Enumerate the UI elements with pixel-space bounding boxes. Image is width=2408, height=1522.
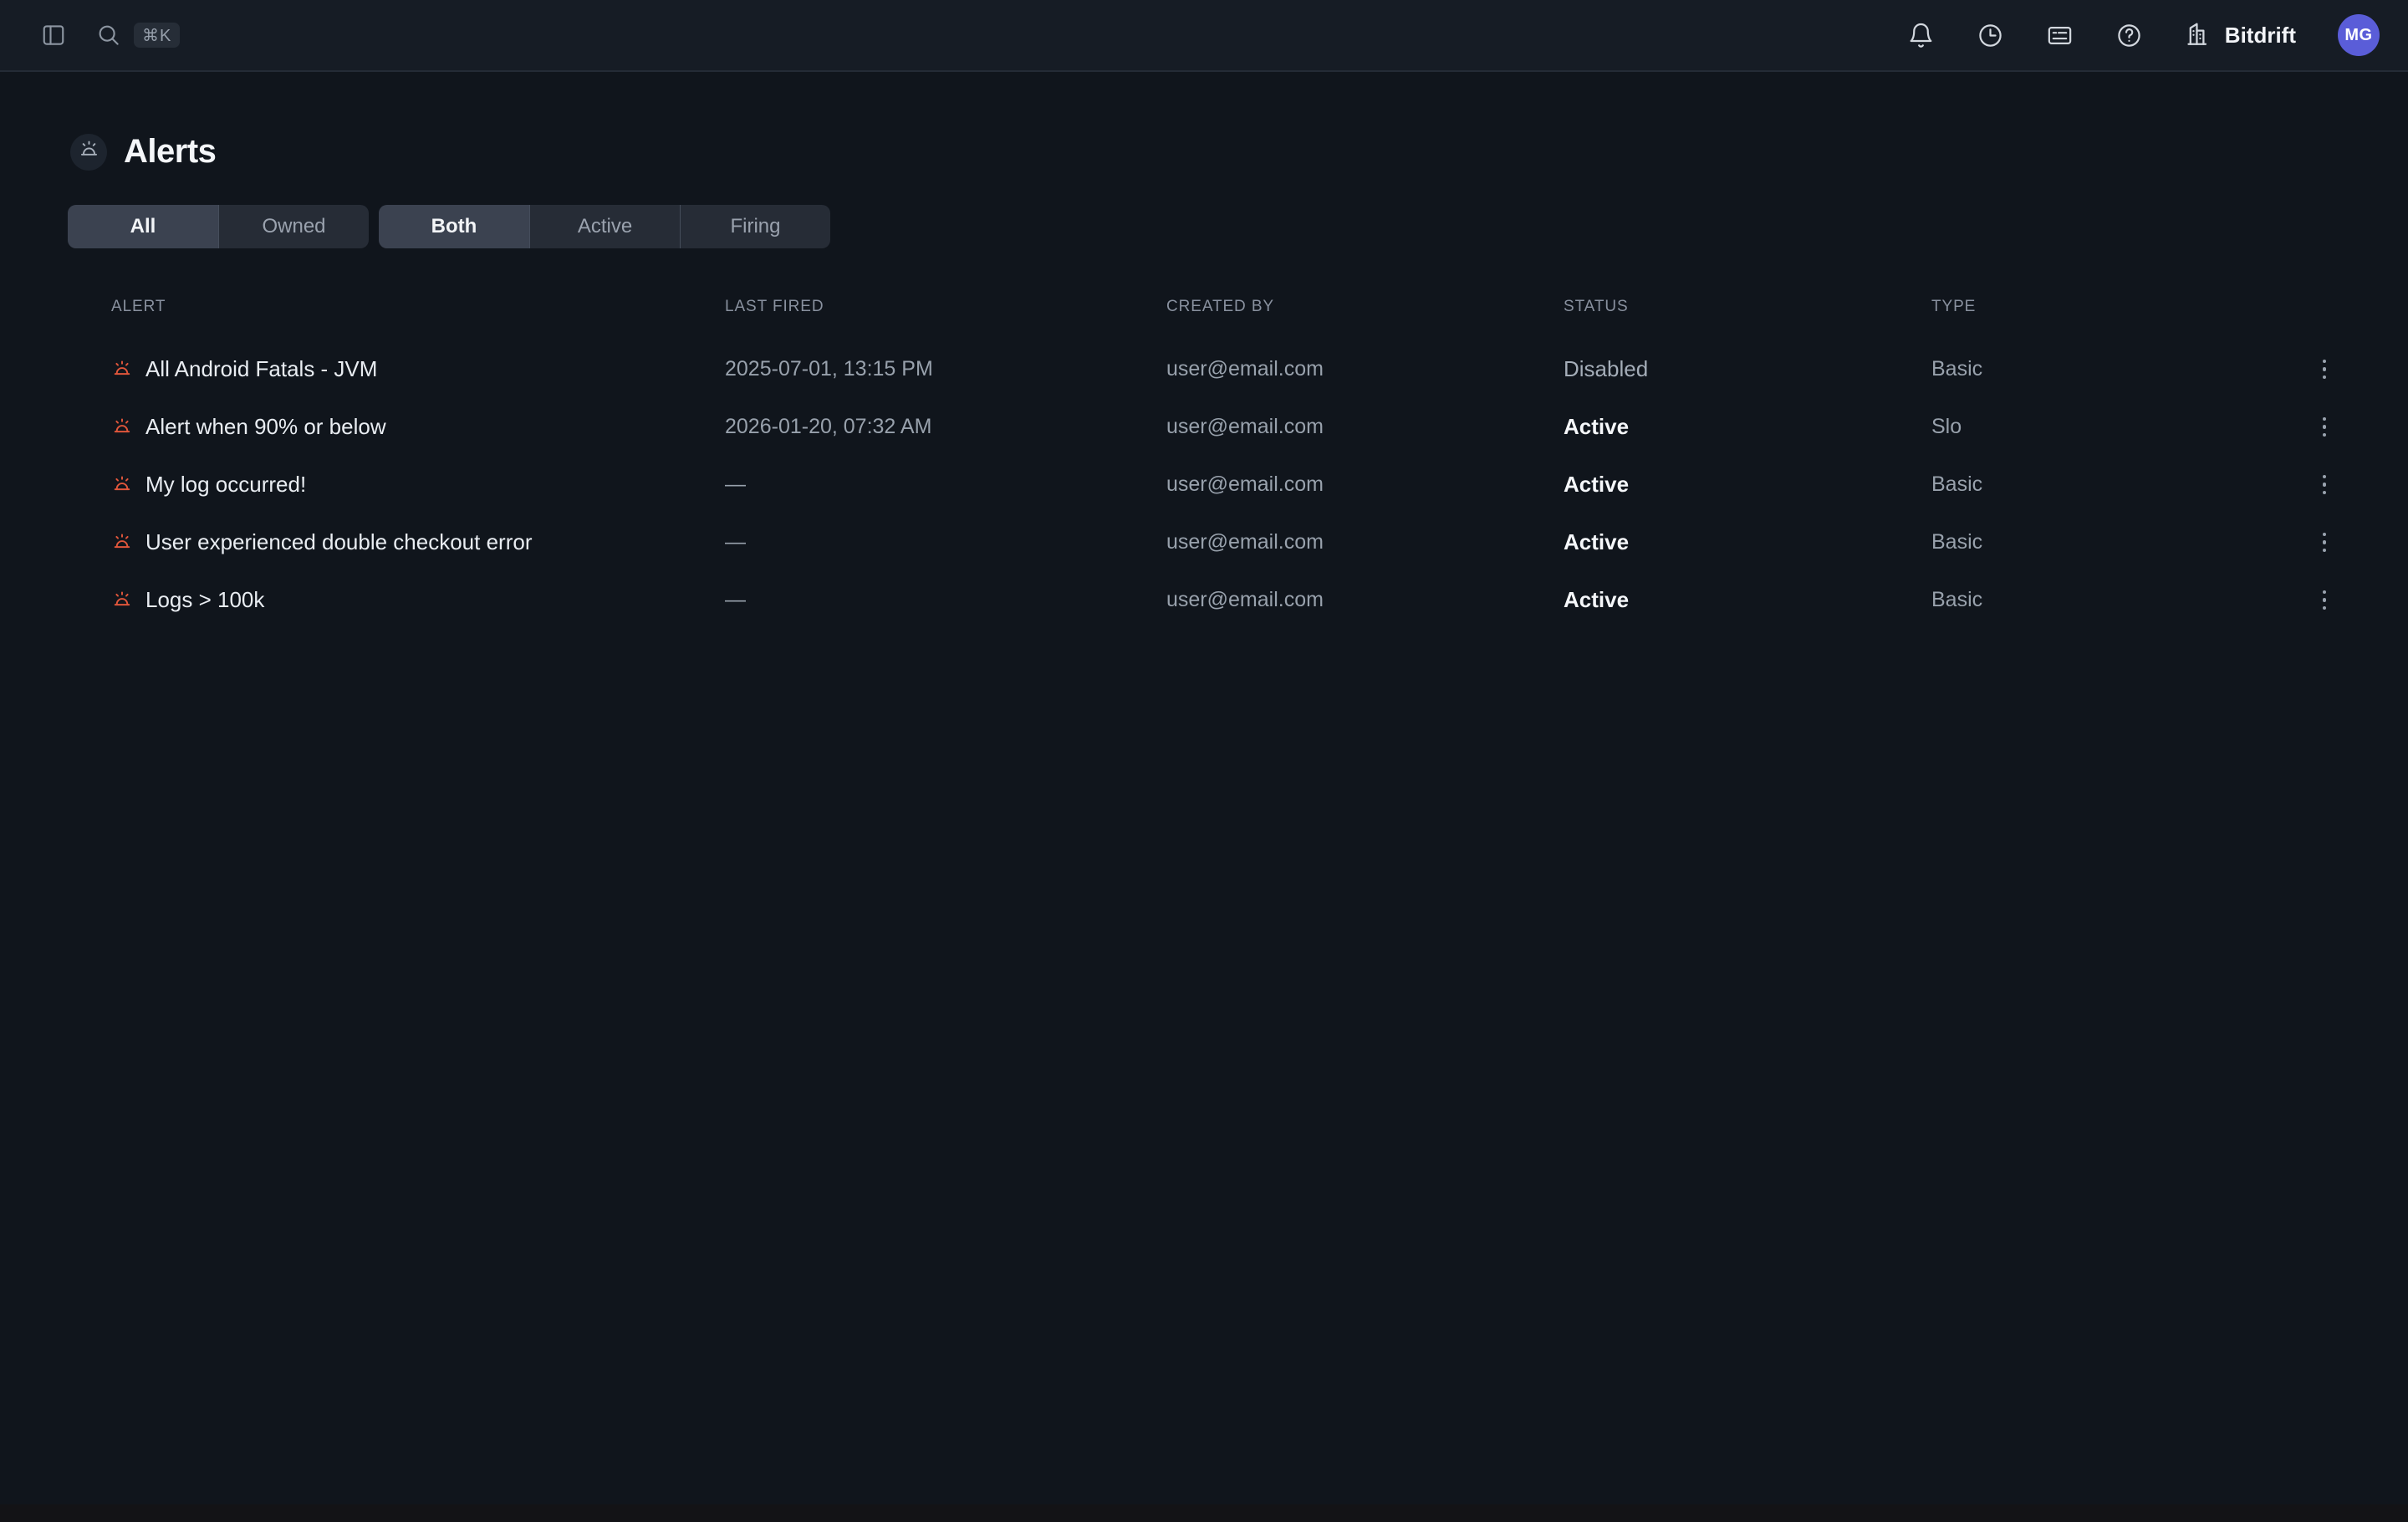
- type-cell: Slo: [1931, 415, 2299, 439]
- siren-icon: [78, 139, 100, 166]
- header-type: TYPE: [1931, 298, 2299, 316]
- status-cell: Active: [1564, 587, 1931, 613]
- org-name: Bitdrift: [2225, 23, 2296, 49]
- alert-name: User experienced double checkout error: [145, 529, 532, 555]
- last-fired-cell: —: [725, 472, 1166, 497]
- row-menu-button[interactable]: [2316, 411, 2334, 444]
- created-by-cell: user@email.com: [1166, 357, 1564, 381]
- state-filter: Both Active Firing: [379, 205, 830, 248]
- row-menu-button[interactable]: [2316, 353, 2334, 386]
- created-by-cell: user@email.com: [1166, 530, 1564, 554]
- alert-name: Logs > 100k: [145, 587, 264, 613]
- topbar-right: Bitdrift MG: [1907, 14, 2380, 56]
- status-cell: Active: [1564, 472, 1931, 498]
- type-cell: Basic: [1931, 472, 2299, 497]
- search-group: ⌘K: [96, 23, 180, 48]
- header-alert: ALERT: [111, 298, 725, 316]
- row-menu-button[interactable]: [2316, 526, 2334, 559]
- bell-icon: [1907, 22, 1935, 49]
- ownership-filter: All Owned: [68, 205, 369, 248]
- topbar-left: ⌘K: [41, 23, 180, 48]
- alert-siren-icon: [111, 416, 133, 438]
- last-fired-cell: —: [725, 588, 1166, 612]
- type-cell: Basic: [1931, 530, 2299, 554]
- filters: All Owned Both Active Firing: [68, 205, 2408, 248]
- header-status: STATUS: [1564, 298, 1931, 316]
- alerts-page-badge: [70, 134, 107, 171]
- sidebar-toggle-button[interactable]: [41, 23, 66, 48]
- status-cell: Active: [1564, 529, 1931, 555]
- main-content: Alerts All Owned Both Active Firing ALER…: [0, 72, 2408, 1504]
- alert-siren-icon: [111, 590, 133, 611]
- search-shortcut-badge: ⌘K: [134, 23, 180, 48]
- status-cell: Active: [1564, 414, 1931, 440]
- panel-left-icon: [41, 23, 66, 48]
- header-created-by: CREATED BY: [1166, 298, 1564, 316]
- alert-name: All Android Fatals - JVM: [145, 356, 377, 382]
- type-cell: Basic: [1931, 357, 2299, 381]
- last-fired-cell: 2025-07-01, 13:15 PM: [725, 357, 1166, 381]
- filter-active[interactable]: Active: [529, 205, 680, 248]
- table-row[interactable]: Logs > 100k — user@email.com Active Basi…: [111, 571, 2349, 629]
- header-last-fired: LAST FIRED: [725, 298, 1166, 316]
- created-by-cell: user@email.com: [1166, 415, 1564, 439]
- keyboard-icon: [2046, 22, 2074, 49]
- table-row[interactable]: All Android Fatals - JVM 2025-07-01, 13:…: [111, 340, 2349, 398]
- alerts-table: ALERT LAST FIRED CREATED BY STATUS TYPE …: [0, 292, 2408, 629]
- last-fired-cell: —: [725, 530, 1166, 554]
- page-header: Alerts: [0, 133, 2408, 171]
- table-row[interactable]: My log occurred! — user@email.com Active…: [111, 456, 2349, 513]
- created-by-cell: user@email.com: [1166, 588, 1564, 612]
- alert-siren-icon: [111, 359, 133, 380]
- alert-siren-icon: [111, 532, 133, 554]
- alert-name: My log occurred!: [145, 472, 306, 498]
- topbar: ⌘K Bitdrift M: [0, 0, 2408, 72]
- type-cell: Basic: [1931, 588, 2299, 612]
- row-menu-button[interactable]: [2316, 584, 2334, 617]
- filter-all[interactable]: All: [68, 205, 218, 248]
- filter-both[interactable]: Both: [379, 205, 529, 248]
- row-menu-button[interactable]: [2316, 468, 2334, 502]
- alert-name: Alert when 90% or below: [145, 414, 386, 440]
- last-fired-cell: 2026-01-20, 07:32 AM: [725, 415, 1166, 439]
- bottom-edge: [0, 1504, 2408, 1522]
- search-icon: [96, 23, 121, 48]
- table-header: ALERT LAST FIRED CREATED BY STATUS TYPE: [111, 292, 2349, 322]
- clock-icon: [1977, 22, 2004, 49]
- filter-firing[interactable]: Firing: [680, 205, 830, 248]
- help-button[interactable]: [2115, 22, 2143, 49]
- keyboard-shortcuts-button[interactable]: [2046, 22, 2074, 49]
- question-circle-icon: [2115, 22, 2143, 49]
- building-icon: [2185, 19, 2213, 52]
- search-button[interactable]: [96, 23, 121, 48]
- created-by-cell: user@email.com: [1166, 472, 1564, 497]
- table-row[interactable]: User experienced double checkout error —…: [111, 513, 2349, 571]
- user-avatar[interactable]: MG: [2338, 14, 2380, 56]
- org-switcher-button[interactable]: Bitdrift: [2185, 19, 2296, 52]
- page-title: Alerts: [124, 133, 216, 171]
- history-button[interactable]: [1977, 22, 2004, 49]
- notifications-button[interactable]: [1907, 22, 1935, 49]
- filter-owned[interactable]: Owned: [218, 205, 369, 248]
- alert-siren-icon: [111, 474, 133, 496]
- table-row[interactable]: Alert when 90% or below 2026-01-20, 07:3…: [111, 398, 2349, 456]
- status-cell: Disabled: [1564, 356, 1931, 382]
